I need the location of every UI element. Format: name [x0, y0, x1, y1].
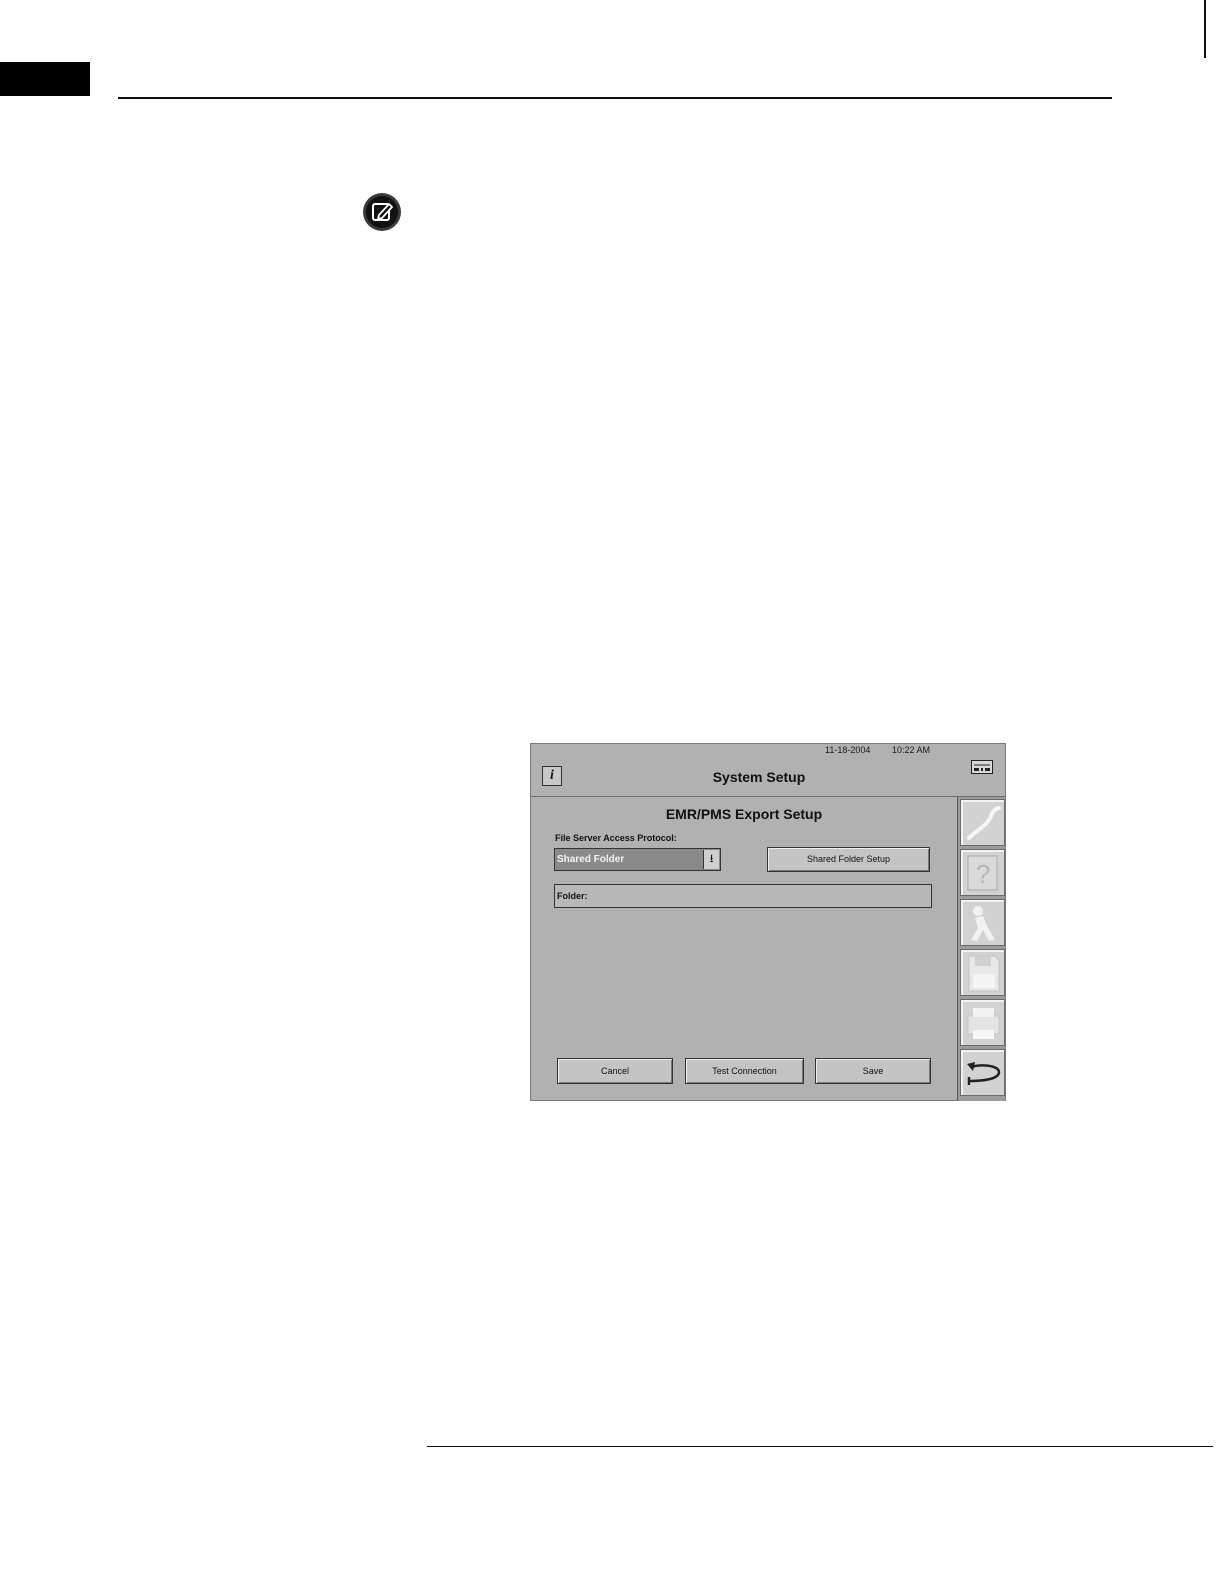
help-icon: ? [967, 855, 998, 891]
panel-title: EMR/PMS Export Setup [665, 806, 823, 822]
patient-button[interactable] [960, 899, 1005, 946]
keyboard-icon[interactable] [971, 760, 993, 774]
curve-icon [967, 806, 1001, 840]
folder-label: Folder: [557, 891, 588, 901]
return-arrow-icon [967, 1062, 1001, 1085]
return-button[interactable] [960, 1049, 1005, 1096]
svg-text:?: ? [976, 859, 990, 889]
protocol-value: Shared Folder [557, 854, 625, 865]
page-edge-line [1204, 0, 1206, 58]
export-setup-panel: EMR/PMS Export Setup File Server Access … [531, 797, 957, 1101]
protocol-dropdown[interactable]: Shared Folder ⭳ [554, 848, 721, 871]
save-disk-button[interactable] [960, 949, 1005, 996]
dropdown-arrow-icon[interactable]: ⭳ [703, 850, 719, 869]
time-display: 10:22 AM [892, 745, 931, 755]
protocol-label: File Server Access Protocol: [555, 833, 677, 843]
header-rule [118, 97, 1112, 99]
save-button[interactable]: Save [815, 1058, 931, 1084]
chapter-tab [0, 62, 90, 96]
curve-button[interactable] [960, 799, 1005, 846]
person-icon [971, 906, 995, 941]
title-bar: 11-18-2004 10:22 AM i System Setup [531, 744, 1005, 797]
window-title: System Setup [712, 769, 806, 785]
system-setup-screenshot: 11-18-2004 10:22 AM i System Setup EMR/P… [530, 743, 1006, 1101]
folder-field[interactable]: Folder: [554, 884, 932, 908]
footer-rule [427, 1446, 1213, 1447]
shared-folder-setup-button[interactable]: Shared Folder Setup [767, 847, 930, 872]
cancel-button[interactable]: Cancel [557, 1058, 673, 1084]
date-display: 11-18-2004 [825, 745, 871, 755]
side-toolbar: ? [957, 797, 1005, 1101]
floppy-disk-icon [968, 955, 1000, 992]
printer-icon [967, 1008, 1000, 1039]
note-edit-icon [362, 192, 402, 232]
test-connection-button[interactable]: Test Connection [685, 1058, 804, 1084]
help-button[interactable]: ? [960, 849, 1005, 896]
print-button[interactable] [960, 999, 1005, 1046]
